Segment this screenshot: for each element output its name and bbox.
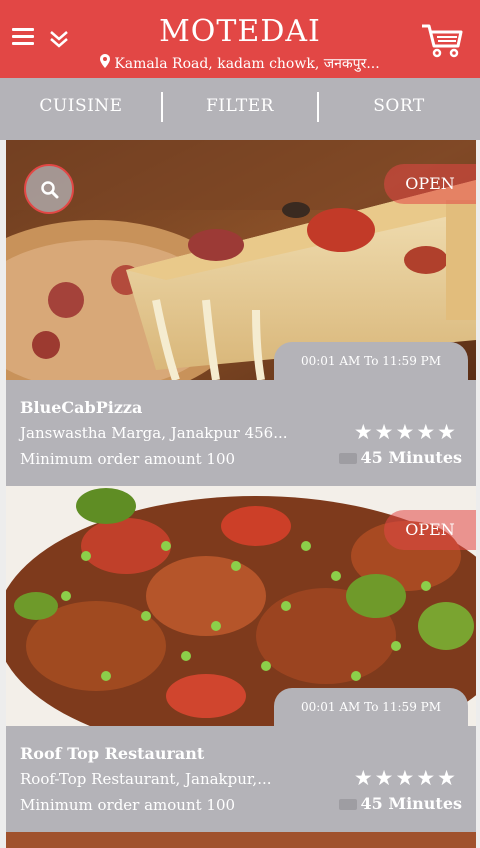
app-root: MOTEDAI Kamala Road, kadam chowk, जनकपुर… — [0, 0, 480, 848]
restaurant-info: Roof Top Restaurant Roof-Top Restaurant,… — [6, 726, 476, 832]
rating-stars: ★★★★★ — [353, 420, 458, 444]
shopping-cart-icon[interactable] — [420, 22, 464, 58]
delivery-truck-icon — [338, 453, 357, 464]
minimum-order: Minimum order amount 100 — [20, 450, 236, 468]
restaurant-name: Roof Top Restaurant — [20, 744, 205, 763]
app-title: MOTEDAI — [159, 14, 321, 49]
tab-filter[interactable]: FILTER — [162, 78, 318, 140]
status-badge: OPEN — [384, 164, 476, 204]
app-header: MOTEDAI Kamala Road, kadam chowk, जनकपुर… — [0, 0, 480, 78]
opening-hours: 00:01 AM To 11:59 PM — [274, 342, 468, 380]
filter-tab-bar: CUISINE FILTER SORT — [0, 78, 480, 140]
opening-hours: 00:01 AM To 11:59 PM — [274, 688, 468, 726]
restaurant-address: Roof-Top Restaurant, Janakpur,... — [20, 770, 272, 788]
search-icon — [41, 181, 59, 199]
status-badge: OPEN — [384, 510, 476, 550]
tab-sort[interactable]: SORT — [318, 78, 480, 140]
delivery-time-text: 45 Minutes — [360, 794, 462, 813]
restaurant-card[interactable]: OPEN 00:01 AM To 11:59 PM Roof Top Resta… — [6, 486, 476, 832]
location-text: Kamala Road, kadam chowk, जनकपुर... — [114, 56, 380, 72]
map-pin-icon — [100, 54, 111, 71]
delivery-time: 45 Minutes — [338, 448, 462, 467]
restaurant-image: OPEN 00:01 AM To 11:59 PM — [6, 140, 476, 380]
restaurant-image: OPEN 00:01 AM To 11:59 PM — [6, 486, 476, 726]
restaurant-info: BlueCabPizza Janswastha Marga, Janakpur … — [6, 380, 476, 486]
next-restaurant-card-peek[interactable] — [6, 832, 476, 848]
restaurant-name: BlueCabPizza — [20, 398, 143, 417]
minimum-order: Minimum order amount 100 — [20, 796, 236, 814]
rating-stars: ★★★★★ — [353, 766, 458, 790]
restaurant-address: Janswastha Marga, Janakpur 456... — [20, 424, 288, 442]
location-selector[interactable]: Kamala Road, kadam chowk, जनकपुर... — [0, 54, 480, 73]
search-button[interactable] — [24, 164, 74, 214]
tab-cuisine[interactable]: CUISINE — [0, 78, 162, 140]
delivery-truck-icon — [338, 799, 357, 810]
restaurant-card[interactable]: OPEN 00:01 AM To 11:59 PM BlueCabPizza J… — [6, 140, 476, 486]
delivery-time-text: 45 Minutes — [360, 448, 462, 467]
delivery-time: 45 Minutes — [338, 794, 462, 813]
